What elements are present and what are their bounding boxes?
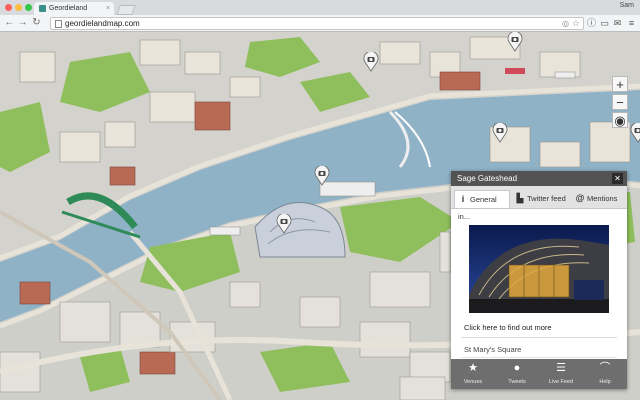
venue-photo bbox=[469, 225, 609, 313]
forward-button[interactable]: → bbox=[17, 16, 28, 29]
tab-twitter-feed[interactable]: ▙ Twitter feed bbox=[512, 190, 570, 207]
cast-icon[interactable]: ▭ bbox=[599, 17, 610, 29]
tab-general-info[interactable]: i General in... bbox=[454, 190, 510, 221]
user-name[interactable]: Sam bbox=[620, 2, 634, 9]
browser-tab[interactable]: Geordieland × bbox=[34, 2, 114, 15]
divider bbox=[461, 337, 617, 338]
page-icon bbox=[55, 20, 62, 28]
panel-title: Sage Gateshead bbox=[457, 174, 518, 183]
zoom-out-button[interactable]: − bbox=[612, 94, 628, 110]
photo-marker[interactable] bbox=[492, 123, 508, 143]
target-icon[interactable]: ◎ bbox=[562, 18, 569, 29]
nav-help[interactable]: ⌒ Help bbox=[583, 359, 627, 389]
address-bar[interactable]: geordielandmap.com ◎ ☆ bbox=[50, 17, 584, 30]
camera-pin-icon bbox=[630, 123, 640, 143]
camera-pin-icon bbox=[314, 166, 330, 186]
divider bbox=[461, 357, 617, 358]
tab-label: Twitter feed bbox=[527, 194, 566, 203]
bookmark-star-icon[interactable]: ☆ bbox=[572, 18, 580, 29]
at-icon: @ bbox=[575, 193, 585, 203]
nav-venues[interactable]: ★ Venues bbox=[451, 359, 495, 389]
twitter-icon: ▙ bbox=[516, 193, 524, 203]
photo-marker[interactable] bbox=[363, 52, 379, 72]
nav-tweets[interactable]: ● Tweets bbox=[495, 359, 539, 389]
camera-pin-icon bbox=[276, 214, 292, 234]
window-close-button[interactable] bbox=[5, 4, 12, 11]
panel-tabs: i General in... ▙ Twitter feed @ Mentions bbox=[451, 186, 627, 221]
window-minimize-button[interactable] bbox=[15, 4, 22, 11]
map-zoom-controls: + − ◉ bbox=[612, 76, 628, 130]
reload-button[interactable]: ↻ bbox=[31, 16, 42, 29]
browser-tab-bar: Geordieland × Sam bbox=[0, 0, 640, 15]
nav-label: Venues bbox=[463, 379, 483, 385]
star-icon: ★ bbox=[468, 362, 478, 374]
locate-button[interactable]: ◉ bbox=[612, 112, 628, 128]
info-icon: i bbox=[461, 194, 465, 204]
window-maximize-button[interactable] bbox=[25, 4, 32, 11]
nav-live-feed[interactable]: ☰ Live Feed bbox=[539, 359, 583, 389]
help-icon: ⌒ bbox=[599, 362, 611, 374]
new-tab-button[interactable] bbox=[116, 5, 136, 15]
favicon-icon bbox=[39, 5, 46, 12]
panel-header: Sage Gateshead ✕ bbox=[451, 171, 627, 186]
speech-bubble-icon: ● bbox=[513, 362, 521, 374]
menu-icon[interactable]: ≡ bbox=[626, 17, 637, 29]
tab-mentions[interactable]: @ Mentions bbox=[572, 190, 625, 207]
nav-label: Tweets bbox=[508, 379, 526, 385]
url-text[interactable]: geordielandmap.com bbox=[65, 18, 140, 29]
tab-label: Mentions bbox=[587, 194, 618, 203]
venue-address: St Mary's Square bbox=[464, 345, 522, 354]
nav-label: Help bbox=[599, 379, 611, 385]
camera-pin-icon bbox=[492, 123, 508, 143]
list-icon: ☰ bbox=[556, 362, 566, 374]
tab-title: Geordieland bbox=[49, 5, 88, 12]
photo-marker[interactable] bbox=[314, 166, 330, 186]
camera-pin-icon bbox=[507, 32, 523, 52]
back-button[interactable]: ← bbox=[4, 16, 15, 29]
photo-marker[interactable] bbox=[630, 123, 640, 143]
photo-marker[interactable] bbox=[507, 32, 523, 52]
camera-pin-icon bbox=[363, 52, 379, 72]
find-out-more-link[interactable]: Click here to find out more bbox=[464, 323, 552, 332]
bottom-navigation: ★ Venues ● Tweets ☰ Live Feed ⌒ Help bbox=[451, 359, 627, 389]
panel-close-button[interactable]: ✕ bbox=[612, 173, 623, 184]
venue-info-panel: Sage Gateshead ✕ i General in... ▙ Twitter… bbox=[451, 171, 627, 389]
photo-marker[interactable] bbox=[276, 214, 292, 234]
tab-close-icon[interactable]: × bbox=[106, 2, 110, 15]
zoom-in-button[interactable]: + bbox=[612, 76, 628, 92]
browser-toolbar: ← → ↻ geordielandmap.com ◎ ☆ ⓘ ▭ ✉ ≡ bbox=[0, 15, 640, 32]
info-icon[interactable]: ⓘ bbox=[586, 17, 597, 29]
mail-icon[interactable]: ✉ bbox=[612, 17, 623, 29]
nav-label: Live Feed bbox=[548, 379, 574, 385]
